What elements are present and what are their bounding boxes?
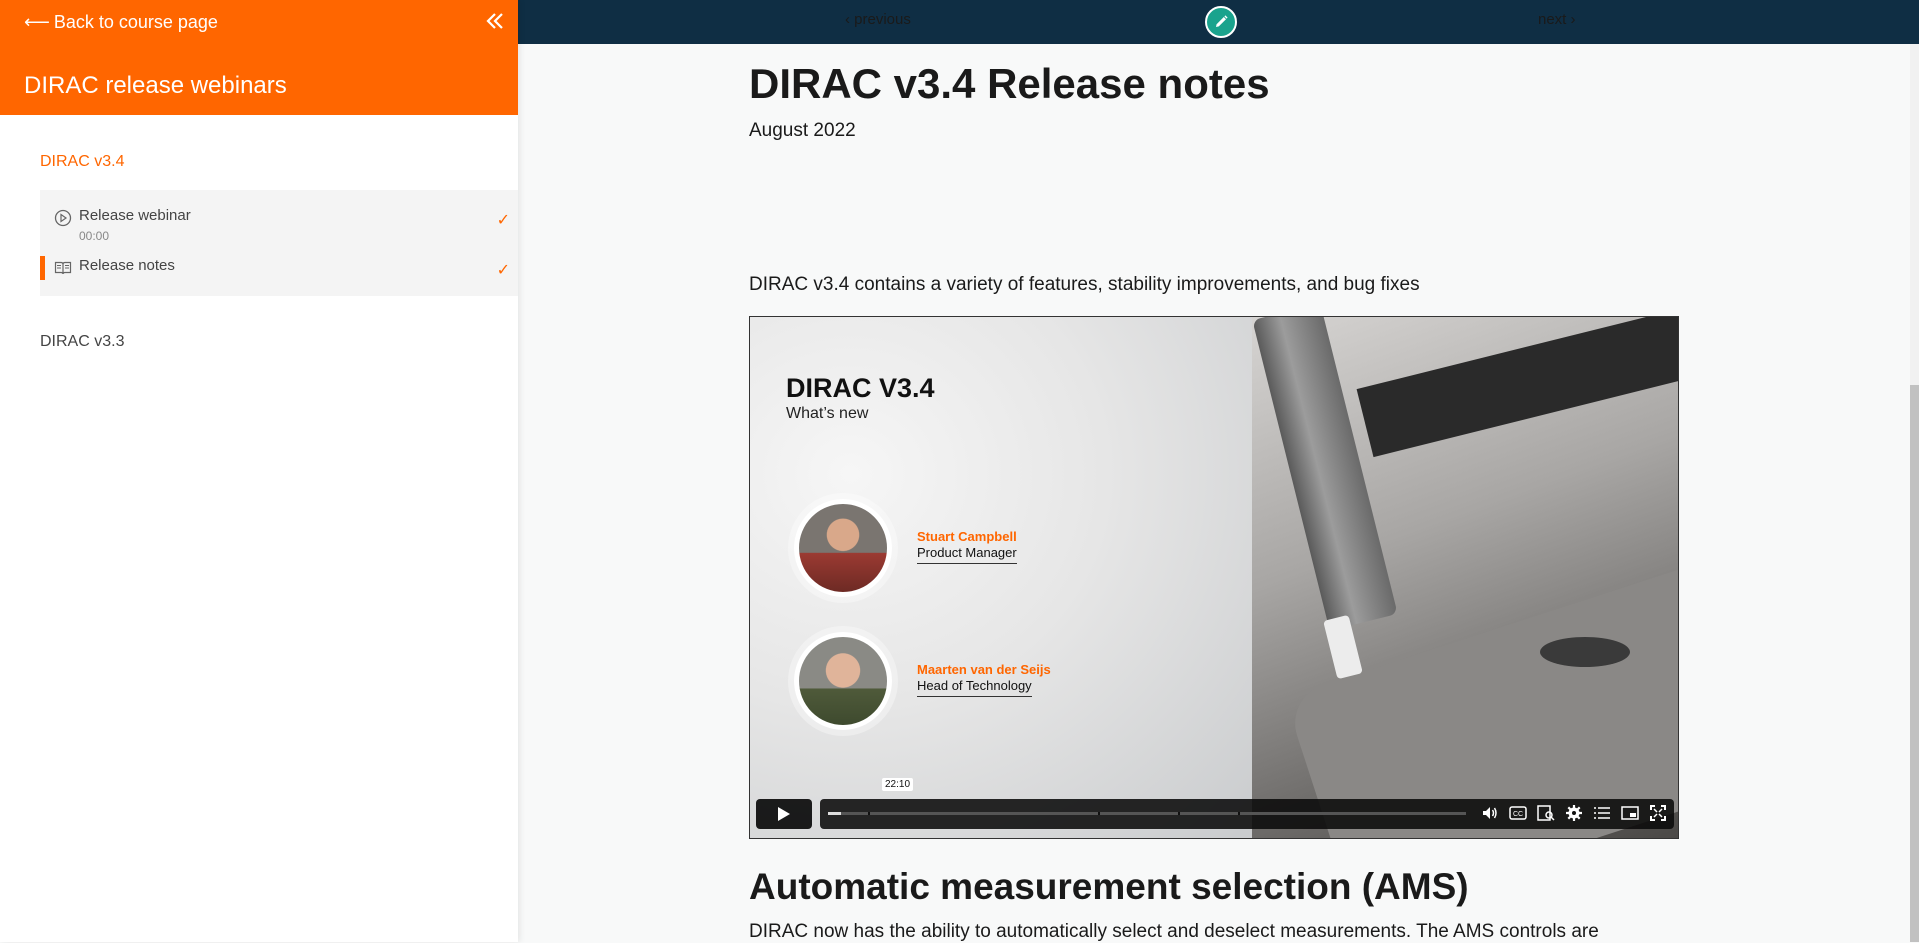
book-icon	[54, 259, 72, 277]
chapter-marker	[1178, 812, 1180, 815]
intro-text: DIRAC v3.4 contains a variety of feature…	[749, 274, 1420, 295]
arrow-left-icon: ⟵	[24, 12, 50, 32]
volume-icon[interactable]	[1480, 803, 1500, 823]
chapter-marker	[1098, 812, 1100, 815]
next-lesson-link[interactable]: next ›	[1538, 11, 1576, 28]
picture-in-picture-icon[interactable]	[1620, 803, 1640, 823]
previous-lesson-link[interactable]: ‹ previous	[845, 11, 911, 28]
presenter-name: Maarten van der Seijs	[917, 662, 1051, 677]
presenter-role: Head of Technology	[917, 678, 1032, 697]
lesson-duration: 00:00	[79, 229, 110, 243]
closed-captions-icon[interactable]: CC	[1508, 803, 1528, 823]
course-title: DIRAC release webinars	[24, 72, 287, 99]
scrollbar-thumb[interactable]	[1910, 385, 1919, 942]
chapter-marker	[868, 812, 870, 815]
section-dirac-v3-3[interactable]: DIRAC v3.3	[40, 333, 124, 351]
course-sidebar: ⟵ Back to course page DIRAC release webi…	[0, 0, 518, 942]
play-icon[interactable]	[756, 799, 812, 829]
lesson-release-notes[interactable]: Release notes ✓	[40, 256, 518, 282]
control-icons: CC	[1480, 803, 1668, 823]
section-paragraph: DIRAC now has the ability to automatical…	[749, 921, 1599, 942]
collapse-sidebar-icon[interactable]	[482, 8, 508, 34]
presenter-name: Stuart Campbell	[917, 529, 1017, 544]
hover-time-tooltip: 22:10	[882, 778, 914, 791]
slide-title: DIRAC V3.4	[786, 373, 935, 403]
video-progress-bar[interactable]	[828, 812, 1466, 815]
back-link-label: Back to course page	[53, 12, 218, 32]
video-progress-fill	[828, 812, 841, 815]
lesson-title: Release webinar	[79, 207, 191, 224]
pencil-icon[interactable]	[1205, 6, 1237, 38]
settings-gear-icon[interactable]	[1564, 803, 1584, 823]
check-icon: ✓	[496, 212, 510, 229]
svg-text:CC: CC	[1513, 811, 1523, 818]
presenter-avatar	[794, 632, 892, 730]
video-controls: 22:10 CC	[756, 778, 1674, 829]
presenter-avatar	[794, 499, 892, 597]
transcript-search-icon[interactable]	[1536, 803, 1556, 823]
sidebar-header: ⟵ Back to course page DIRAC release webi…	[0, 0, 518, 115]
control-bar: 22:10 CC	[820, 778, 1674, 829]
chapter-marker	[1238, 812, 1240, 815]
slide-subtitle: What’s new	[786, 405, 869, 422]
section-dirac-v3-4[interactable]: DIRAC v3.4	[40, 153, 124, 171]
lesson-title: Release notes	[79, 257, 175, 274]
lesson-navigation-bar: ‹ previous next ›	[518, 0, 1919, 44]
check-icon: ✓	[496, 262, 510, 279]
back-to-course-link[interactable]: ⟵ Back to course page	[24, 12, 218, 33]
fullscreen-icon[interactable]	[1648, 803, 1668, 823]
product-part-hole	[1540, 637, 1630, 667]
release-date: August 2022	[749, 120, 856, 141]
page-title: DIRAC v3.4 Release notes	[749, 60, 1270, 107]
active-indicator	[40, 256, 45, 280]
lesson-list: Release webinar 00:00 ✓ Release notes ✓	[40, 190, 518, 296]
section-heading: Automatic measurement selection (AMS)	[749, 866, 1469, 907]
presenter-role: Product Manager	[917, 545, 1017, 564]
video-player[interactable]: DIRAC V3.4 What’s new Stuart Campbell Pr…	[749, 316, 1679, 839]
lesson-release-webinar[interactable]: Release webinar 00:00 ✓	[40, 206, 518, 248]
chapters-list-icon[interactable]	[1592, 803, 1612, 823]
play-circle-icon	[54, 209, 72, 227]
